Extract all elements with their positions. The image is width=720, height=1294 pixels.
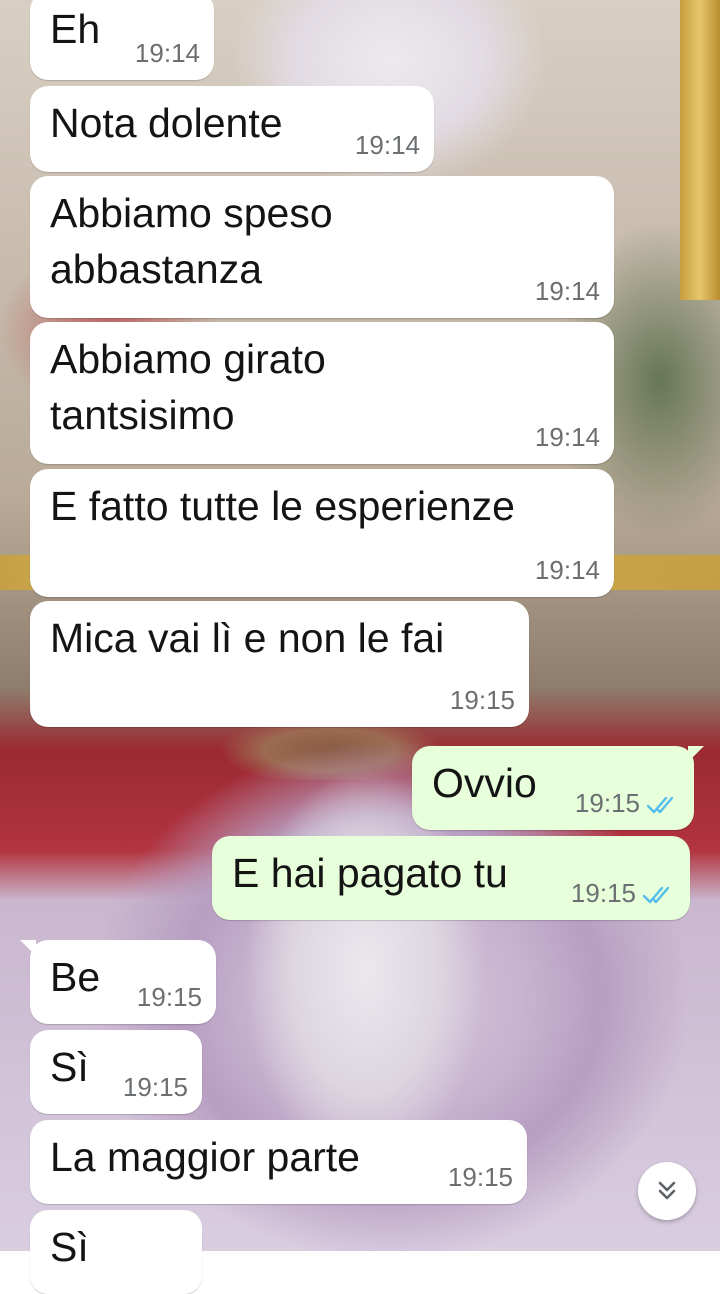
message-text-line: Sì (50, 1224, 89, 1270)
message-timestamp: 19:15 (136, 982, 202, 1012)
message-text: Be (50, 949, 100, 1005)
message-text: Abbiamo girato tantsisimo (50, 331, 326, 443)
message-timestamp: 19:14 (534, 422, 600, 452)
message-text-line: Mica vai lì e non le fai (50, 615, 445, 661)
incoming-message-bubble[interactable]: La maggior parte 19:15 (30, 1120, 527, 1204)
message-text-line: Abbiamo speso (50, 190, 333, 236)
message-text-line: Sì (50, 1044, 89, 1090)
message-timestamp: 19:14 (534, 555, 600, 585)
incoming-message-bubble[interactable]: Abbiamo speso abbastanza 19:14 (30, 176, 614, 318)
incoming-message-bubble[interactable]: Sì (30, 1210, 202, 1294)
incoming-message-bubble[interactable]: E fatto tutte le esperienze 19:14 (30, 469, 614, 597)
wallpaper-gold-pillar (680, 0, 720, 300)
message-text: E fatto tutte le esperienze (50, 478, 515, 534)
bubble-tail (20, 940, 36, 956)
message-timestamp: 19:14 (134, 38, 200, 68)
message-text-line: Nota dolente (50, 100, 283, 146)
double-check-icon (646, 796, 674, 814)
message-text: E hai pagato tu (232, 845, 508, 901)
incoming-message-bubble[interactable]: Be 19:15 (20, 940, 216, 1024)
incoming-message-bubble[interactable]: Abbiamo girato tantsisimo 19:14 (30, 322, 614, 464)
message-text-line: Abbiamo girato (50, 336, 326, 382)
message-text: La maggior parte (50, 1129, 360, 1185)
message-timestamp: 19:15 (122, 1072, 188, 1102)
outgoing-message-bubble[interactable]: Ovvio 19:15 (412, 746, 704, 830)
message-text-line: Ovvio (432, 760, 537, 806)
scroll-to-bottom-button[interactable] (638, 1162, 696, 1220)
bubble-tail (688, 746, 704, 762)
message-timestamp: 19:14 (534, 276, 600, 306)
message-timestamp: 19:15 (574, 788, 640, 818)
message-text-line: La maggior parte (50, 1134, 360, 1180)
message-text-line: E fatto tutte le esperienze (50, 483, 515, 529)
incoming-message-bubble[interactable]: Nota dolente 19:14 (30, 86, 434, 172)
message-text-line: Be (50, 954, 101, 1000)
double-chevron-down-icon (658, 1181, 676, 1200)
incoming-message-bubble[interactable]: Sì 19:15 (30, 1030, 202, 1114)
incoming-message-bubble[interactable]: Eh 19:14 (30, 0, 214, 80)
message-text: Mica vai lì e non le fai (50, 610, 444, 666)
double-check-icon (642, 886, 670, 904)
message-timestamp: 19:15 (447, 1162, 513, 1192)
outgoing-message-bubble[interactable]: E hai pagato tu 19:15 (212, 836, 690, 920)
message-text-line: E hai pagato tu (232, 850, 508, 896)
message-timestamp: 19:15 (570, 878, 636, 908)
message-timestamp: 19:14 (354, 130, 420, 160)
message-text: Ovvio (432, 755, 537, 811)
message-timestamp: 19:15 (449, 685, 515, 715)
message-text: Sì (50, 1039, 89, 1095)
message-text-line: Eh (50, 6, 101, 52)
message-text-line: tantsisimo (50, 392, 235, 438)
message-text: Sì (50, 1219, 89, 1275)
message-text: Eh (50, 1, 100, 57)
message-text: Nota dolente (50, 95, 283, 151)
message-text-line: abbastanza (50, 246, 263, 292)
message-text: Abbiamo speso abbastanza (50, 185, 333, 297)
incoming-message-bubble[interactable]: Mica vai lì e non le fai 19:15 (30, 601, 529, 727)
